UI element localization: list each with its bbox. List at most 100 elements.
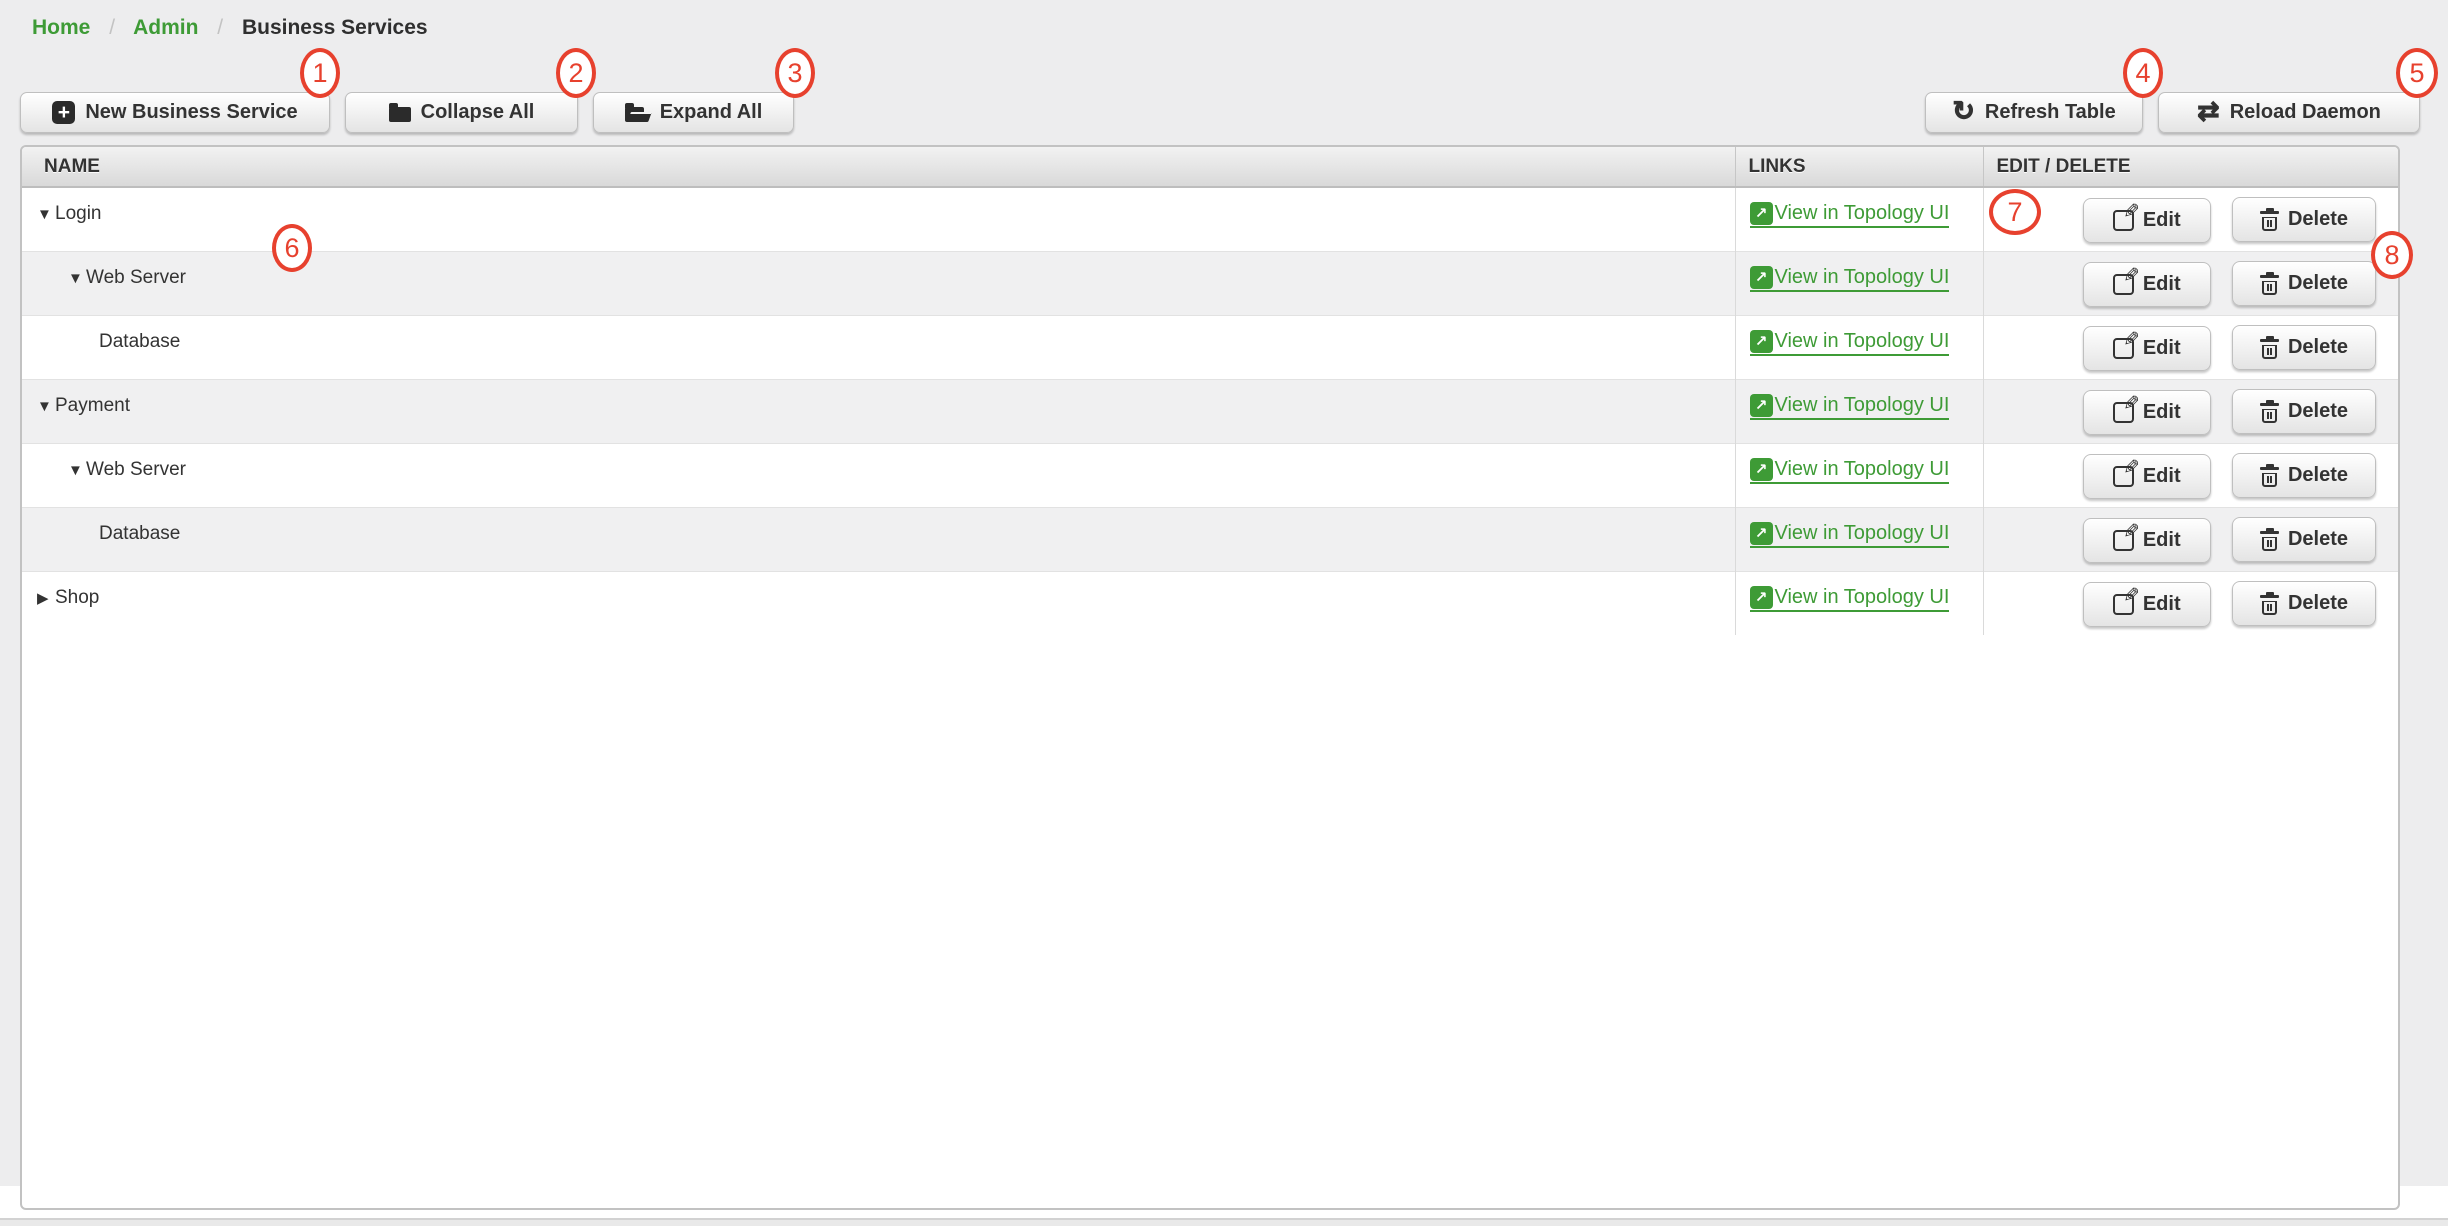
button-label: Refresh Table <box>1985 101 2116 124</box>
refresh-icon: ↻ <box>1952 98 1975 125</box>
view-in-topology-link[interactable]: ↗View in Topology UI <box>1750 202 1950 228</box>
edit-delete-cell: ✎ Edit Delete <box>1983 187 2398 251</box>
service-name-label: Login <box>55 203 102 224</box>
external-link-icon: ↗ <box>1750 394 1773 417</box>
button-label: Reload Daemon <box>2230 101 2381 124</box>
delete-button[interactable]: Delete <box>2232 261 2376 306</box>
edit-pencil-icon: ✎ <box>2113 594 2134 615</box>
new-business-service-button[interactable]: + New Business Service <box>20 92 330 133</box>
service-name-label: Payment <box>55 395 130 416</box>
toolbar: + New Business Service Collapse All Expa… <box>20 92 2420 133</box>
caret-icon[interactable]: ▼ <box>37 206 55 223</box>
edit-pencil-icon: ✎ <box>2113 530 2134 551</box>
annotation-circle-1: 1 <box>300 48 340 98</box>
link-label: View in Topology UI <box>1775 266 1950 289</box>
edit-delete-cell: ✎ Edit Delete <box>1983 251 2398 315</box>
table-row: ▼Web Server ↗View in Topology UI ✎ Edit … <box>22 443 2398 507</box>
annotation-circle-7: 7 <box>1989 189 2041 235</box>
annotation-circle-5: 5 <box>2396 48 2438 98</box>
button-label: Delete <box>2288 400 2348 423</box>
button-label: Expand All <box>660 101 763 124</box>
toolbar-left-group: + New Business Service Collapse All Expa… <box>20 92 794 133</box>
edit-pencil-icon: ✎ <box>2113 338 2134 359</box>
links-cell: ↗View in Topology UI <box>1735 507 1983 571</box>
table-row: ▶Shop ↗View in Topology UI ✎ Edit Delete <box>22 571 2398 635</box>
edit-pencil-icon: ✎ <box>2113 402 2134 423</box>
annotation-circle-2: 2 <box>556 48 596 98</box>
reload-daemon-button[interactable]: ⇄ Reload Daemon <box>2158 92 2420 133</box>
button-label: Edit <box>2143 401 2181 424</box>
links-cell: ↗View in Topology UI <box>1735 315 1983 379</box>
links-cell: ↗View in Topology UI <box>1735 187 1983 251</box>
edit-pencil-icon: ✎ <box>2113 274 2134 295</box>
edit-delete-cell: ✎ Edit Delete <box>1983 571 2398 635</box>
delete-button[interactable]: Delete <box>2232 581 2376 626</box>
annotation-circle-4: 4 <box>2123 48 2163 98</box>
caret-icon[interactable]: ▼ <box>68 270 86 287</box>
view-in-topology-link[interactable]: ↗View in Topology UI <box>1750 458 1950 484</box>
edit-button[interactable]: ✎ Edit <box>2083 262 2211 307</box>
plus-square-icon: + <box>52 101 75 124</box>
external-link-icon: ↗ <box>1750 458 1773 481</box>
delete-button[interactable]: Delete <box>2232 453 2376 498</box>
collapse-all-button[interactable]: Collapse All <box>345 92 578 133</box>
view-in-topology-link[interactable]: ↗View in Topology UI <box>1750 266 1950 292</box>
delete-button[interactable]: Delete <box>2232 517 2376 562</box>
expand-all-button[interactable]: Expand All <box>593 92 794 133</box>
view-in-topology-link[interactable]: ↗View in Topology UI <box>1750 522 1950 548</box>
table-row: Database ↗View in Topology UI ✎ Edit Del… <box>22 507 2398 571</box>
links-cell: ↗View in Topology UI <box>1735 571 1983 635</box>
service-name-label: Database <box>99 523 180 544</box>
trash-icon <box>2260 592 2279 615</box>
caret-icon[interactable]: ▼ <box>68 462 86 479</box>
edit-button[interactable]: ✎ Edit <box>2083 454 2211 499</box>
view-in-topology-link[interactable]: ↗View in Topology UI <box>1750 330 1950 356</box>
refresh-table-button[interactable]: ↻ Refresh Table <box>1925 92 2143 133</box>
links-cell: ↗View in Topology UI <box>1735 379 1983 443</box>
edit-button[interactable]: ✎ Edit <box>2083 198 2211 243</box>
name-cell: ▶Shop <box>22 571 1735 635</box>
caret-icon[interactable]: ▶ <box>37 589 55 607</box>
delete-button[interactable]: Delete <box>2232 389 2376 434</box>
trash-icon <box>2260 272 2279 295</box>
column-header-name: NAME <box>22 147 1735 187</box>
service-name-label: Web Server <box>86 267 186 288</box>
trash-icon <box>2260 528 2279 551</box>
breadcrumb-admin-link[interactable]: Admin <box>133 16 198 39</box>
column-header-links: LINKS <box>1735 147 1983 187</box>
button-label: Delete <box>2288 592 2348 615</box>
button-label: Delete <box>2288 272 2348 295</box>
link-label: View in Topology UI <box>1775 202 1950 225</box>
trash-icon <box>2260 208 2279 231</box>
button-label: Delete <box>2288 208 2348 231</box>
button-label: Edit <box>2143 593 2181 616</box>
column-header-edit-delete: EDIT / DELETE <box>1983 147 2398 187</box>
service-name-label: Database <box>99 331 180 352</box>
external-link-icon: ↗ <box>1750 202 1773 225</box>
breadcrumb-separator: / <box>109 16 115 39</box>
link-label: View in Topology UI <box>1775 522 1950 545</box>
trash-icon <box>2260 464 2279 487</box>
edit-pencil-icon: ✎ <box>2113 466 2134 487</box>
caret-icon[interactable]: ▼ <box>37 398 55 415</box>
button-label: Edit <box>2143 465 2181 488</box>
toolbar-right-group: ↻ Refresh Table ⇄ Reload Daemon <box>1925 92 2420 133</box>
edit-button[interactable]: ✎ Edit <box>2083 582 2211 627</box>
breadcrumb-home-link[interactable]: Home <box>32 16 90 39</box>
edit-button[interactable]: ✎ Edit <box>2083 518 2211 563</box>
annotation-circle-6: 6 <box>272 224 312 272</box>
service-name-label: Shop <box>55 587 99 608</box>
delete-button[interactable]: Delete <box>2232 197 2376 242</box>
table-row: ▼Web Server ↗View in Topology UI ✎ Edit … <box>22 251 2398 315</box>
edit-pencil-icon: ✎ <box>2113 210 2134 231</box>
trash-icon <box>2260 400 2279 423</box>
button-label: Edit <box>2143 209 2181 232</box>
view-in-topology-link[interactable]: ↗View in Topology UI <box>1750 394 1950 420</box>
edit-button[interactable]: ✎ Edit <box>2083 326 2211 371</box>
edit-button[interactable]: ✎ Edit <box>2083 390 2211 435</box>
button-label: Delete <box>2288 528 2348 551</box>
delete-button[interactable]: Delete <box>2232 325 2376 370</box>
folder-open-icon <box>625 107 650 122</box>
name-cell: Database <box>22 507 1735 571</box>
view-in-topology-link[interactable]: ↗View in Topology UI <box>1750 586 1950 612</box>
